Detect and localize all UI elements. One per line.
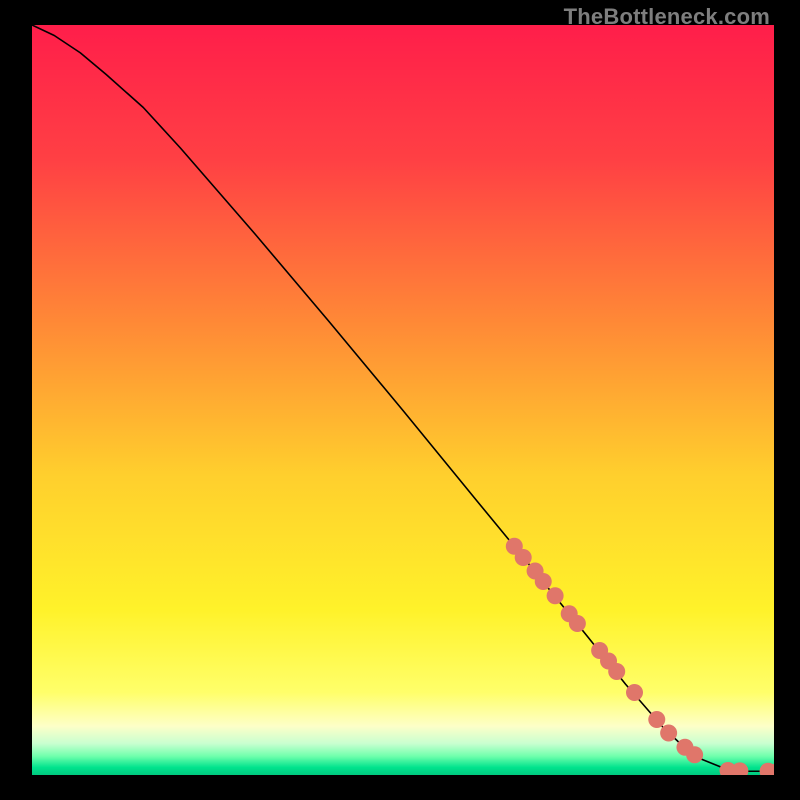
marker-dot bbox=[515, 549, 532, 566]
plot-area bbox=[32, 25, 774, 775]
plot-svg bbox=[32, 25, 774, 775]
marker-dot bbox=[626, 684, 643, 701]
marker-dot bbox=[660, 725, 677, 742]
marker-dot bbox=[547, 587, 564, 604]
marker-dot bbox=[686, 746, 703, 763]
marker-dot bbox=[569, 615, 586, 632]
marker-dot bbox=[648, 711, 665, 728]
marker-dot bbox=[535, 573, 552, 590]
gradient-background bbox=[32, 25, 774, 775]
chart-root: TheBottleneck.com bbox=[0, 0, 800, 800]
marker-dot bbox=[608, 663, 625, 680]
